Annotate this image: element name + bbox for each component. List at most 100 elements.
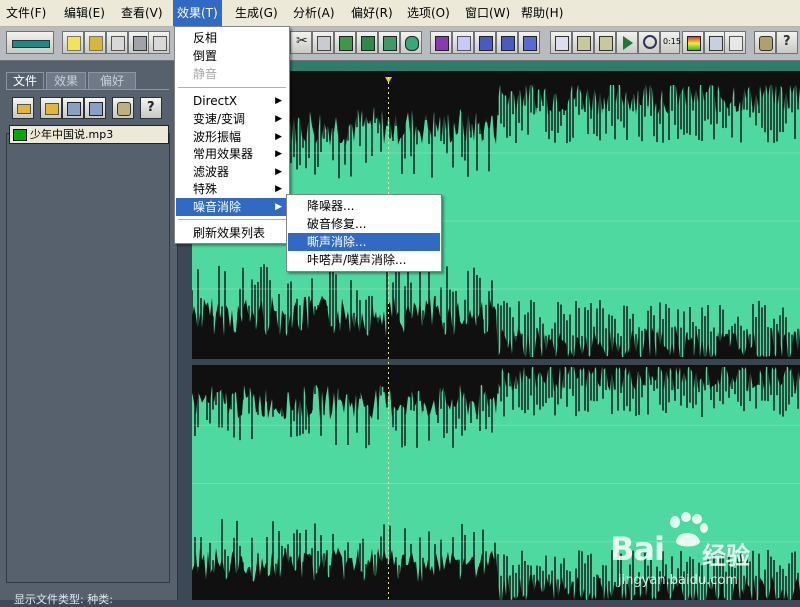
menu-effects[interactable]: 效果(T) [173,0,222,26]
cut-button[interactable]: ✂ [290,31,312,54]
close-file-icon [111,36,125,51]
blank-icon [729,36,743,51]
new-file-button[interactable] [62,31,84,54]
menu-item-refresh-effects[interactable]: 刷新效果列表 [176,224,288,242]
copy-button[interactable] [334,31,356,54]
menu-item-label: 变速/变调 [193,112,246,126]
baidu-watermark: Bai 经验 jingyan.baidu.com [608,512,798,598]
tab-favorites[interactable]: 偏好 [88,72,136,89]
menu-item-time-pitch[interactable]: 变速/变调 ▶ [176,110,288,128]
file-type-status: 显示文件类型: 种类: [14,593,113,606]
toolbar: ✂ 0:15 ? [0,27,800,61]
save-file-button[interactable] [128,31,150,54]
submenu-arrow-icon: ▶ [275,184,282,194]
submenu-arrow-icon: ▶ [275,202,282,212]
help-icon: ? [783,34,791,49]
settings-icon [117,102,131,116]
menu-separator [178,219,286,220]
menu-item-common-effects[interactable]: 常用效果器 ▶ [176,145,288,163]
close-file-icon [45,103,59,115]
audio-file-icon [13,129,27,141]
insert-button[interactable] [62,97,84,119]
menu-edit[interactable]: 编辑(E) [60,0,109,26]
tab-files[interactable]: 文件 [6,72,44,89]
menu-help[interactable]: 帮助(H) [517,0,567,26]
help-icon: ? [147,100,155,115]
menu-item-amplitude[interactable]: 波形振幅 ▶ [176,128,288,146]
menu-options[interactable]: 选项(O) [403,0,454,26]
submenu-arrow-icon: ▶ [275,132,282,142]
file-list-item[interactable]: 少年中国说.mp3 [9,125,169,144]
menu-item-directx[interactable]: DirectX ▶ [176,92,288,110]
grid-3-button[interactable] [518,31,540,54]
submenu-item-label: 降噪器... [307,199,355,213]
time-button[interactable]: 0:15 [660,31,681,54]
help-button[interactable]: ? [776,31,798,54]
time-icon: 0:15 [663,37,681,46]
mixer-button[interactable] [84,97,106,119]
settings-icon [759,36,773,51]
menu-item-reverse[interactable]: 倒置 [176,47,288,65]
zoom-button[interactable] [638,31,660,54]
select-icon [457,36,471,51]
submenu-item-label: 嘶声消除... [307,235,367,249]
open-folder-icon [17,104,31,114]
menu-view[interactable]: 查看(V) [117,0,167,26]
menu-item-label: 特殊 [193,182,218,196]
file-panel: 文件 效果 偏好 ? 少年中国说.mp3 显示文件类型: 种类: [0,61,179,606]
submenu-arrow-icon: ▶ [275,114,282,124]
submenu-item-click-pop-eliminator[interactable]: 咔嗒声/噗声消除... [288,251,440,269]
menu-item-invert[interactable]: 反相 [176,29,288,47]
tab-effects[interactable]: 效果 [46,72,86,89]
trim-button[interactable] [378,31,400,54]
menu-item-noise-reduction[interactable]: 噪音消除 ▶ [176,198,288,216]
submenu-item-hiss-reduction[interactable]: 嘶声消除... [288,233,440,251]
open-folder-button[interactable] [12,97,34,119]
panel-help-button[interactable]: ? [140,97,162,119]
envelope-icon [435,36,449,51]
save-as-button[interactable] [148,31,170,54]
submenu-item-label: 咔嗒声/噗声消除... [307,253,407,267]
submenu-item-noise-reducer[interactable]: 降噪器... [288,197,440,215]
menu-item-label: 倒置 [193,49,218,63]
close-file-panel-button[interactable] [40,97,62,119]
select-button[interactable] [452,31,474,54]
window-button[interactable] [704,31,726,54]
open-file-button[interactable] [84,31,106,54]
menu-analyze[interactable]: 分析(A) [289,0,339,26]
meter-button[interactable] [682,31,704,54]
noise-reduction-submenu: 降噪器... 破音修复... 嘶声消除... 咔嗒声/噗声消除... [286,194,442,272]
frame-icon [577,36,591,51]
menu-item-special[interactable]: 特殊 ▶ [176,180,288,198]
envelope-button[interactable] [430,31,452,54]
menu-file[interactable]: 文件(F) [2,0,50,26]
new-file-icon [67,36,81,51]
frame-alt-button[interactable] [594,31,616,54]
waveform-view-button[interactable] [6,31,54,54]
menu-generate[interactable]: 生成(G) [231,0,282,26]
paste-button[interactable] [312,31,334,54]
menu-item-label: 波形振幅 [193,130,242,144]
settings-button[interactable] [754,31,776,54]
watermark-url: jingyan.baidu.com [618,573,738,588]
panel-settings-button[interactable] [112,97,134,119]
grid-alt-button[interactable] [496,31,518,54]
menu-favorites[interactable]: 偏好(R) [347,0,397,26]
submenu-item-clip-restoration[interactable]: 破音修复... [288,215,440,233]
play-button[interactable] [616,31,638,54]
spectral-view-button[interactable] [550,31,572,54]
menu-window[interactable]: 窗口(W) [461,0,514,26]
play-icon [623,36,633,50]
mix-paste-button[interactable] [356,31,378,54]
menu-item-filters[interactable]: 滤波器 ▶ [176,163,288,181]
trim-icon [383,36,397,51]
close-file-button[interactable] [106,31,128,54]
menu-item-label: 噪音消除 [193,200,242,214]
menu-bar: 文件(F) 编辑(E) 查看(V) 效果(T) 生成(G) 分析(A) 偏好(R… [0,0,800,27]
grid-button[interactable] [474,31,496,54]
blank-button[interactable] [724,31,746,54]
cut-icon: ✂ [296,33,308,49]
menu-item-label: DirectX [193,94,238,108]
frame-button[interactable] [572,31,594,54]
go-to-button[interactable] [400,31,422,54]
